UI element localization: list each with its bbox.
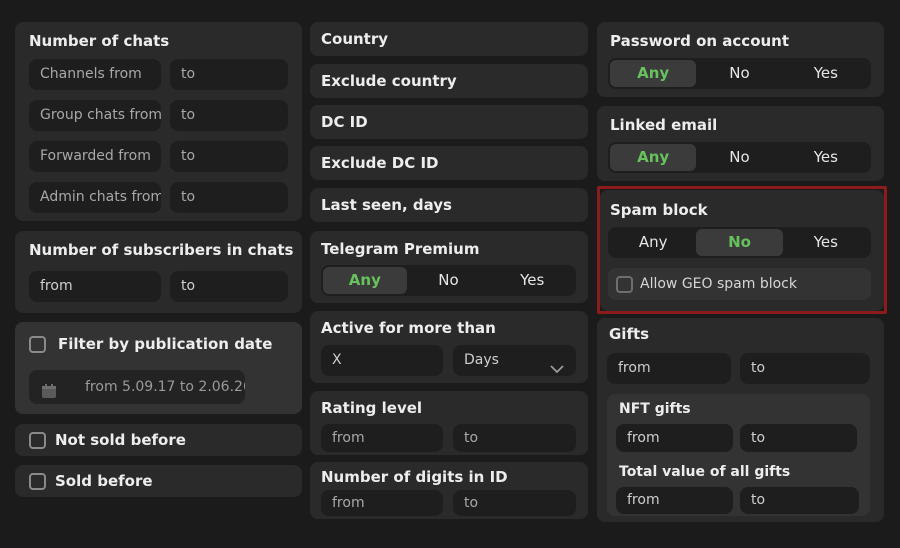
sold-before-card: Sold before — [15, 465, 302, 497]
dc-id-label: DC ID — [321, 113, 368, 131]
password-no[interactable]: No — [696, 60, 782, 87]
number-of-chats-title: Number of chats — [29, 32, 170, 50]
active-for-value-input[interactable]: X — [321, 345, 443, 376]
gifts-from-input[interactable]: from — [607, 353, 731, 384]
calendar-icon — [41, 378, 57, 404]
not-sold-before-checkbox[interactable] — [29, 432, 46, 449]
spam-block-segmented: Any No Yes — [608, 227, 871, 258]
geo-spam-block-label: Allow GEO spam block — [640, 276, 797, 292]
gifts-title: Gifts — [609, 325, 650, 343]
telegram-premium-card: Telegram Premium Any No Yes — [310, 231, 588, 303]
nft-gifts-title: NFT gifts — [619, 401, 691, 417]
password-yes[interactable]: Yes — [783, 60, 869, 87]
password-title: Password on account — [610, 32, 790, 50]
total-gifts-to-input[interactable]: to — [740, 487, 859, 514]
digits-in-id-to-input[interactable]: to — [453, 490, 576, 516]
total-gifts-value-title: Total value of all gifts — [619, 464, 791, 480]
password-segmented: Any No Yes — [608, 58, 871, 89]
chevron-down-icon — [550, 355, 564, 376]
publication-date-range-text: from 5.09.17 to 2.06.26 — [85, 379, 245, 395]
publication-date-label: Filter by publication date — [58, 335, 273, 353]
admin-chats-from-input[interactable]: Admin chats from — [29, 182, 161, 213]
nft-gifts-to-input[interactable]: to — [740, 424, 857, 452]
spam-block-card: Spam block Any No Yes Allow GEO spam blo… — [600, 190, 884, 311]
sold-before-checkbox[interactable] — [29, 473, 46, 490]
linked-email-segmented: Any No Yes — [608, 142, 871, 173]
linked-email-card: Linked email Any No Yes — [597, 106, 884, 181]
subscribers-title: Number of subscribers in chats — [29, 241, 294, 259]
telegram-premium-title: Telegram Premium — [321, 240, 480, 258]
digits-in-id-card: Number of digits in ID from to — [310, 462, 588, 519]
number-of-chats-card: Number of chats Channels from to Group c… — [15, 22, 302, 221]
spam-block-title: Spam block — [610, 201, 708, 219]
publication-date-range[interactable]: from 5.09.17 to 2.06.26 — [29, 370, 245, 404]
rating-card: Rating level from to — [310, 391, 588, 455]
telegram-premium-yes[interactable]: Yes — [490, 267, 574, 294]
exclude-country-label: Exclude country — [321, 72, 457, 90]
active-for-unit-select[interactable]: Days — [453, 345, 576, 376]
rating-to-input[interactable]: to — [453, 424, 576, 452]
group-chats-from-input[interactable]: Group chats from — [29, 100, 161, 131]
geo-spam-block-checkbox[interactable] — [616, 276, 633, 293]
spam-block-yes[interactable]: Yes — [783, 229, 869, 256]
total-gifts-from-input[interactable]: from — [616, 487, 733, 514]
spam-block-no[interactable]: No — [696, 229, 783, 256]
active-for-title: Active for more than — [321, 319, 496, 337]
nft-gifts-from-input[interactable]: from — [616, 424, 733, 452]
last-seen-row[interactable]: Last seen, days — [310, 188, 588, 222]
country-row[interactable]: Country — [310, 22, 588, 56]
geo-spam-block-row[interactable]: Allow GEO spam block — [608, 268, 871, 300]
telegram-premium-segmented: Any No Yes — [321, 265, 576, 296]
active-for-unit-text: Days — [464, 352, 499, 368]
sold-before-label: Sold before — [55, 472, 153, 490]
digits-in-id-title: Number of digits in ID — [321, 468, 508, 486]
password-any[interactable]: Any — [610, 60, 697, 87]
forwarded-from-input[interactable]: Forwarded from — [29, 141, 161, 172]
password-card: Password on account Any No Yes — [597, 22, 884, 97]
exclude-country-row[interactable]: Exclude country — [310, 64, 588, 98]
exclude-dc-id-row[interactable]: Exclude DC ID — [310, 146, 588, 180]
publication-date-card: Filter by publication date from 5.09.17 … — [15, 322, 302, 414]
channels-from-input[interactable]: Channels from — [29, 59, 161, 90]
gifts-to-input[interactable]: to — [740, 353, 870, 384]
subscribers-card: Number of subscribers in chats from to — [15, 231, 302, 313]
linked-email-any[interactable]: Any — [610, 144, 697, 171]
telegram-premium-any[interactable]: Any — [323, 267, 407, 294]
admin-chats-to-input[interactable]: to — [170, 182, 288, 213]
dc-id-row[interactable]: DC ID — [310, 105, 588, 139]
country-label: Country — [321, 30, 389, 48]
rating-from-input[interactable]: from — [321, 424, 443, 452]
gifts-card: Gifts from to NFT gifts from to Total va… — [597, 318, 884, 522]
linked-email-yes[interactable]: Yes — [783, 144, 869, 171]
forwarded-to-input[interactable]: to — [170, 141, 288, 172]
linked-email-no[interactable]: No — [696, 144, 782, 171]
group-chats-to-input[interactable]: to — [170, 100, 288, 131]
publication-date-checkbox[interactable] — [29, 336, 46, 353]
linked-email-title: Linked email — [610, 116, 718, 134]
channels-to-input[interactable]: to — [170, 59, 288, 90]
telegram-premium-no[interactable]: No — [407, 267, 491, 294]
subscribers-to-input[interactable]: to — [170, 271, 288, 302]
last-seen-label: Last seen, days — [321, 196, 452, 214]
not-sold-before-label: Not sold before — [55, 431, 186, 449]
rating-title: Rating level — [321, 399, 423, 417]
subscribers-from-input[interactable]: from — [29, 271, 161, 302]
active-for-card: Active for more than X Days — [310, 311, 588, 383]
digits-in-id-from-input[interactable]: from — [321, 490, 443, 516]
not-sold-before-card: Not sold before — [15, 424, 302, 456]
exclude-dc-id-label: Exclude DC ID — [321, 154, 439, 172]
nft-gifts-panel: NFT gifts from to Total value of all gif… — [607, 394, 870, 516]
spam-block-any[interactable]: Any — [610, 229, 696, 256]
